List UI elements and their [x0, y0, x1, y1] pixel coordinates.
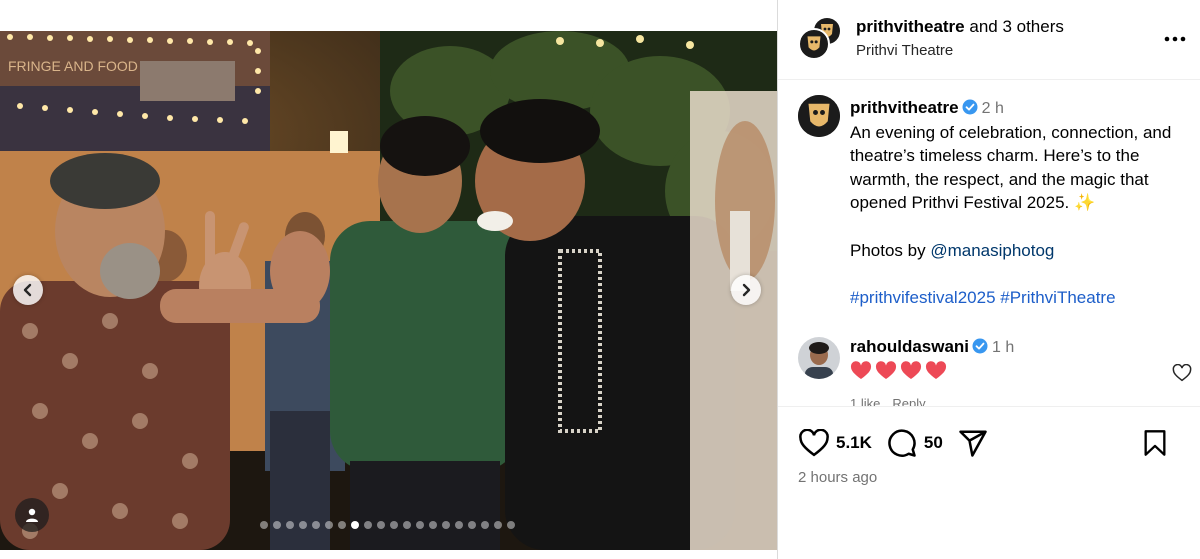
carousel-dot	[351, 521, 359, 529]
comment-like-button[interactable]	[1171, 362, 1193, 384]
carousel-dot	[455, 521, 463, 529]
carousel-dot	[273, 521, 281, 529]
bookmark-icon	[1144, 430, 1166, 456]
like-count[interactable]: 5.1K	[836, 433, 872, 453]
comment-time[interactable]: 1 h	[992, 339, 1014, 356]
comment-meta: 1 like Reply	[850, 396, 938, 406]
photographer-mention-link[interactable]: @manasiphotog	[930, 241, 1054, 260]
post-details-pane: prithvitheatre and 3 others Prithvi Thea…	[777, 0, 1200, 559]
carousel-dot	[494, 521, 502, 529]
collab-others[interactable]: and 3 others	[965, 17, 1064, 36]
carousel-dot	[377, 521, 385, 529]
carousel-dot	[468, 521, 476, 529]
collab-avatars[interactable]	[798, 16, 842, 60]
carousel-dot	[481, 521, 489, 529]
carousel-dot	[442, 521, 450, 529]
post-timestamp[interactable]: 2 hours ago	[798, 469, 877, 486]
heart-icon	[799, 429, 829, 457]
venue-sign-text: FRINGE AND FOOD	[8, 58, 138, 74]
theatre-mask-icon	[801, 31, 827, 57]
comments-section[interactable]: prithvitheatre 2 h An evening of celebrat…	[778, 81, 1200, 406]
photo-credit-prefix: Photos by	[850, 240, 931, 260]
commenter-photo	[798, 337, 840, 379]
event-photo-illustration: FRINGE AND FOOD	[0, 31, 777, 550]
carousel-dot	[507, 521, 515, 529]
carousel-dot	[260, 521, 268, 529]
comment-header: rahouldaswani 1 h	[850, 337, 1014, 357]
post-caption: prithvitheatre 2 h An evening of celebrat…	[850, 96, 1195, 309]
carousel-dot	[390, 521, 398, 529]
caption-time[interactable]: 2 h	[982, 100, 1004, 117]
carousel-dot	[429, 521, 437, 529]
chevron-left-icon	[23, 283, 32, 297]
carousel-indicator	[260, 521, 515, 529]
post-photo[interactable]: FRINGE AND FOOD	[0, 31, 777, 550]
post-header: prithvitheatre and 3 others Prithvi Thea…	[778, 0, 1200, 80]
collab-title[interactable]: prithvitheatre and 3 others	[856, 17, 1064, 37]
hashtag-link-festival[interactable]: #prithvifestival2025	[850, 288, 996, 307]
comment-text	[850, 361, 950, 386]
comment-likes-count[interactable]: 1 like	[850, 396, 880, 406]
post-location[interactable]: Prithvi Theatre	[856, 42, 953, 59]
commenter-username[interactable]: rahouldaswani	[850, 337, 969, 356]
comment-bubble-icon	[888, 429, 916, 457]
tagged-users-button[interactable]	[15, 498, 49, 532]
user-tag-icon	[26, 508, 38, 522]
carousel-dot	[286, 521, 294, 529]
commenter-avatar[interactable]	[798, 337, 840, 379]
comment-button[interactable]	[886, 427, 918, 459]
more-horizontal-icon	[1164, 36, 1186, 42]
save-button[interactable]	[1139, 427, 1171, 459]
carousel-dot	[364, 521, 372, 529]
previous-photo-button[interactable]	[13, 275, 43, 305]
carousel-dot	[338, 521, 346, 529]
caption-text: An evening of celebration, connection, a…	[850, 122, 1172, 213]
more-options-button[interactable]	[1163, 27, 1187, 51]
comment-reply-button[interactable]: Reply	[892, 396, 925, 406]
theatre-mask-icon	[798, 95, 840, 137]
verified-badge-icon	[972, 338, 988, 354]
next-photo-button[interactable]	[731, 275, 761, 305]
comment-count[interactable]: 50	[924, 433, 943, 453]
caption-author-avatar[interactable]	[798, 95, 840, 137]
carousel-dot	[403, 521, 411, 529]
heart-outline-icon	[1172, 364, 1192, 382]
paper-plane-icon	[959, 430, 987, 457]
carousel-dot	[325, 521, 333, 529]
caption-username[interactable]: prithvitheatre	[850, 98, 959, 117]
post-media-pane: FRINGE AND FOOD	[0, 0, 777, 559]
carousel-dot	[299, 521, 307, 529]
verified-badge-icon	[962, 99, 978, 115]
collab-username[interactable]: prithvitheatre	[856, 17, 965, 36]
post-actions: 5.1K 50 2 hours ago	[778, 406, 1200, 559]
share-button[interactable]	[957, 427, 989, 459]
hashtag-link-theatre[interactable]: #PrithviTheatre	[1000, 288, 1115, 307]
carousel-dot	[416, 521, 424, 529]
comment-hearts	[850, 361, 947, 379]
collab-avatar-primary[interactable]	[798, 28, 830, 60]
carousel-dot	[312, 521, 320, 529]
like-button[interactable]	[798, 427, 830, 459]
chevron-right-icon	[742, 283, 751, 297]
